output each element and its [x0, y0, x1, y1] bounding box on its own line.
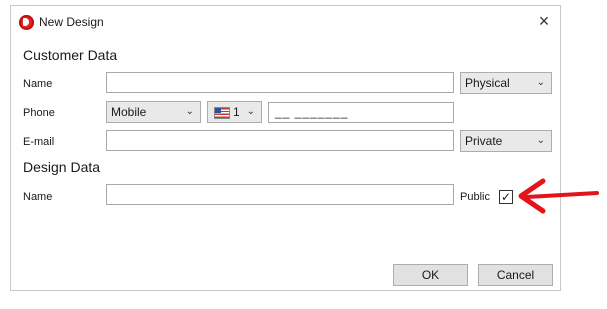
chevron-down-icon: ⌄ [536, 135, 545, 146]
app-logo-icon [19, 15, 34, 30]
phone-type-select[interactable]: Mobile ⌄ [106, 101, 201, 123]
customer-name-input[interactable] [106, 72, 454, 93]
chevron-down-icon: ⌄ [185, 106, 194, 117]
phone-type-value: Mobile [111, 105, 147, 119]
new-design-dialog: New Design × Customer Data Name Physical… [10, 5, 561, 291]
design-data-heading: Design Data [23, 159, 101, 175]
design-name-input[interactable] [106, 184, 454, 205]
annotation-arrow-icon [518, 178, 599, 214]
address-type-value: Physical [465, 76, 510, 90]
ok-button[interactable]: OK [393, 264, 468, 286]
us-flag-icon [214, 107, 230, 119]
cancel-button[interactable]: Cancel [478, 264, 553, 286]
email-label: E-mail [23, 136, 55, 148]
title-bar: New Design × [11, 6, 560, 38]
email-type-select[interactable]: Private ⌄ [460, 130, 552, 152]
close-icon[interactable]: × [532, 10, 556, 32]
customer-data-heading: Customer Data [23, 47, 118, 63]
address-type-select[interactable]: Physical ⌄ [460, 72, 552, 94]
public-label: Public [460, 191, 490, 203]
phone-label: Phone [23, 107, 55, 119]
design-name-label: Name [23, 191, 53, 203]
phone-number-mask: __ _______ [275, 105, 349, 119]
country-code-select[interactable]: 1 ⌄ [207, 101, 262, 123]
chevron-down-icon: ⌄ [246, 106, 255, 117]
email-input[interactable] [106, 130, 454, 151]
email-type-value: Private [465, 134, 503, 148]
window-title: New Design [39, 15, 104, 29]
public-checkbox[interactable]: ✓ [499, 190, 513, 204]
country-code-value: 1 [233, 105, 240, 119]
phone-number-input[interactable]: __ _______ [268, 102, 454, 123]
chevron-down-icon: ⌄ [536, 77, 545, 88]
customer-name-label: Name [23, 78, 53, 90]
